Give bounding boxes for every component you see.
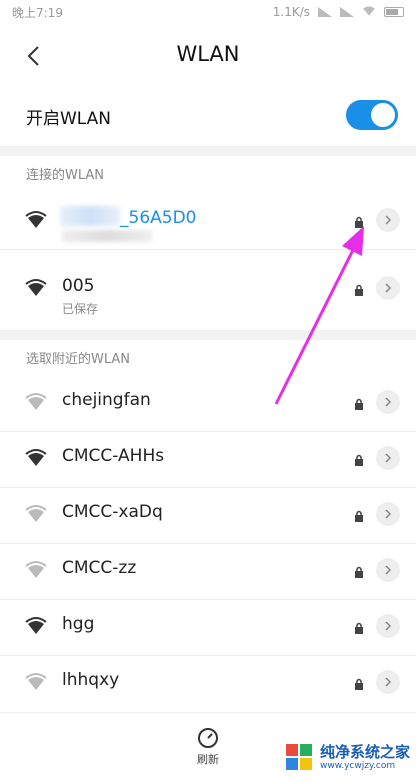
chevron-right-icon [385,509,392,519]
network-detail-button[interactable] [376,614,400,638]
nearby-section-header: 选取附近的WLAN [26,352,131,367]
watermark: 纯净系统之家 www.ycwjzy.com [284,742,410,772]
network-row-nearby[interactable]: CMCC-zz [0,544,416,600]
refresh-icon [198,728,218,748]
lock-icon [355,398,363,410]
network-status: 已保存 [62,302,99,316]
network-detail-button[interactable] [376,502,400,526]
lock-icon [355,566,363,578]
network-row-nearby[interactable]: CMCC-xaDq [0,488,416,544]
chevron-right-icon [385,453,392,463]
section-divider [0,330,416,340]
chevron-right-icon [385,397,392,407]
network-detail-button[interactable] [376,446,400,470]
redacted-status [62,230,152,242]
title-bar: WLAN [0,28,416,84]
toggle-knob [371,103,395,127]
network-name: hgg [62,614,95,634]
lock-icon [355,454,363,466]
network-name: CMCC-AHHs [62,446,165,466]
wifi-weak-icon [25,561,47,578]
network-detail-button[interactable] [376,390,400,414]
chevron-right-icon [385,283,392,293]
wlan-toggle-label: 开启WLAN [26,109,112,129]
signal-icon-2 [340,7,354,17]
network-row-nearby[interactable]: lhhqxy [0,656,416,712]
wifi-icon [25,211,47,228]
watermark-title: 纯净系统之家 [319,742,410,761]
network-detail-button[interactable] [376,208,400,232]
wifi-icon [25,279,47,296]
network-name: CMCC-xaDq [62,502,163,522]
battery-icon [384,7,404,17]
section-divider [0,146,416,156]
refresh-label: 刷新 [197,753,219,766]
network-name: _56A5D0 [120,208,197,228]
network-name: lhhqxy [62,670,120,690]
wifi-icon [25,449,47,466]
page-title: WLAN [176,42,240,66]
lock-icon [355,284,363,296]
status-bar: 晚上7:19 1.1K/s [0,0,416,24]
network-detail-button[interactable] [376,558,400,582]
network-row-nearby[interactable]: CMCC-AHHs [0,432,416,488]
wifi-weak-icon [25,505,47,522]
chevron-right-icon [385,621,392,631]
connected-section-header: 连接的WLAN [26,168,105,183]
wifi-weak-icon [25,673,47,690]
network-name: 005 [62,276,95,296]
signal-icon [318,7,332,17]
network-detail-button[interactable] [376,670,400,694]
network-row-nearby[interactable]: hgg [0,600,416,656]
network-name: CMCC-zz [62,558,137,578]
lock-icon [355,678,363,690]
wlan-toggle-switch[interactable] [346,100,398,130]
network-row-saved[interactable]: 005 已保存 [0,262,416,326]
wifi-icon [25,617,47,634]
chevron-right-icon [385,565,392,575]
wifi-weak-icon [25,393,47,410]
watermark-text: 纯净系统之家 www.ycwjzy.com [319,742,410,771]
network-name: chejingfan [62,390,151,410]
watermark-logo-icon [285,744,312,770]
chevron-right-icon [385,677,392,687]
refresh-button[interactable]: 刷新 [188,727,228,767]
chevron-right-icon [385,215,392,225]
wlan-toggle-row[interactable]: 开启WLAN [0,90,416,142]
status-icons: 1.1K/s [273,5,404,20]
network-row-nearby[interactable]: chejingfan [0,376,416,432]
network-speed: 1.1K/s [272,5,310,19]
lock-icon [355,216,363,228]
network-detail-button[interactable] [376,276,400,300]
lock-icon [355,510,363,522]
lock-icon [355,622,363,634]
wifi-status-icon [362,5,376,20]
redacted-ssid [60,206,120,226]
network-row-connected[interactable]: _56A5D0 [0,194,416,250]
watermark-url: www.ycwjzy.com [319,760,396,771]
status-time: 晚上7:19 [12,5,63,20]
